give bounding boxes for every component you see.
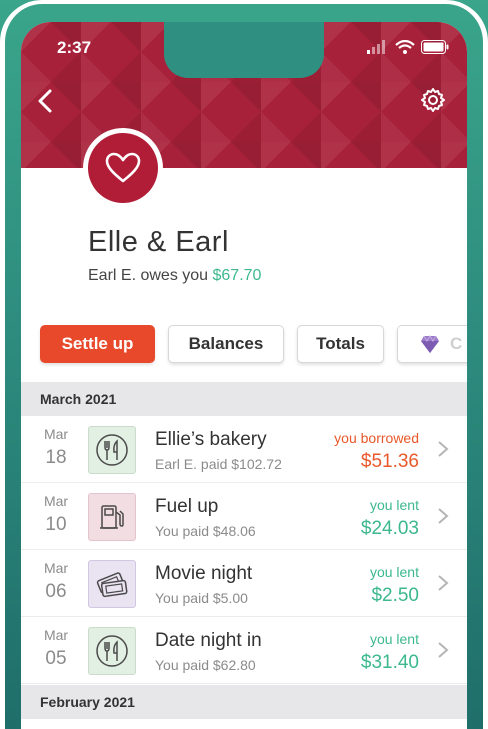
expense-month: Mar bbox=[43, 426, 69, 442]
expense-title: Ellie’s bakery bbox=[155, 429, 267, 450]
expense-row[interactable]: Mar 10 Fuel up You paid $48.06 you lent … bbox=[21, 483, 467, 550]
expense-status: you lent bbox=[369, 497, 419, 513]
action-button-row: Settle up Balances Totals C bbox=[40, 325, 467, 365]
expense-amount: $24.03 bbox=[360, 518, 419, 539]
expense-amount: $2.50 bbox=[371, 585, 419, 606]
expense-day: 18 bbox=[45, 447, 67, 468]
expense-row[interactable]: Mar 06 Movie night You paid $5.00 you le… bbox=[21, 550, 467, 617]
chevron-right-icon bbox=[438, 575, 449, 591]
expense-date: Mar 18 bbox=[41, 426, 71, 469]
expense-title: Fuel up bbox=[155, 496, 219, 517]
cellular-signal-icon bbox=[367, 40, 385, 54]
expense-status: you lent bbox=[369, 564, 419, 580]
settle-up-button[interactable]: Settle up bbox=[40, 325, 155, 363]
expense-paid-by: You paid $5.00 bbox=[155, 590, 248, 606]
fork-knife-icon bbox=[96, 434, 128, 466]
expense-row[interactable]: Mar 05 Date night in You paid $62.80 you… bbox=[21, 617, 467, 684]
fuel-pump-icon bbox=[100, 505, 124, 529]
expense-date: Mar 06 bbox=[41, 560, 71, 603]
fork-knife-icon bbox=[96, 635, 128, 667]
expense-row[interactable]: Mar 18 Ellie’s bakery Earl E. paid $102.… bbox=[21, 416, 467, 483]
section-header-march: March 2021 bbox=[21, 382, 467, 416]
expense-date: Mar 05 bbox=[41, 627, 71, 670]
expense-amount: $51.36 bbox=[360, 451, 419, 472]
app-screen: 2:37 Elle & Earl Earl E. owes you $67.70… bbox=[21, 22, 467, 729]
group-name: Elle & Earl bbox=[88, 226, 229, 258]
section-header-february: February 2021 bbox=[21, 685, 467, 719]
chevron-right-icon bbox=[438, 441, 449, 457]
ticket-icon bbox=[96, 572, 128, 598]
expense-day: 10 bbox=[45, 514, 67, 535]
diamond-icon bbox=[421, 335, 439, 353]
premium-button-label: C bbox=[450, 334, 463, 353]
expense-day: 06 bbox=[45, 581, 67, 602]
expense-paid-by: You paid $48.06 bbox=[155, 523, 256, 539]
gear-icon bbox=[421, 88, 445, 112]
expense-month: Mar bbox=[43, 560, 69, 576]
group-avatar bbox=[83, 128, 163, 208]
balances-button[interactable]: Balances bbox=[168, 325, 284, 363]
expense-status: you lent bbox=[369, 631, 419, 647]
back-button[interactable] bbox=[31, 86, 61, 116]
expense-title: Date night in bbox=[155, 630, 262, 651]
category-badge bbox=[88, 426, 136, 474]
expense-title: Movie night bbox=[155, 563, 253, 584]
expense-day: 05 bbox=[45, 648, 67, 669]
wifi-icon bbox=[395, 40, 415, 54]
status-icons bbox=[367, 40, 449, 54]
expense-month: Mar bbox=[43, 493, 69, 509]
category-badge bbox=[88, 560, 136, 608]
totals-button[interactable]: Totals bbox=[297, 325, 384, 363]
expense-paid-by: You paid $62.80 bbox=[155, 657, 256, 673]
balance-amount: $67.70 bbox=[212, 267, 262, 284]
category-badge bbox=[88, 627, 136, 675]
group-avatar-inner bbox=[88, 133, 158, 203]
status-time: 2:37 bbox=[57, 38, 92, 57]
balance-summary-text: Earl E. owes you bbox=[88, 267, 213, 284]
heart-icon bbox=[105, 152, 141, 183]
expense-status: you borrowed bbox=[334, 430, 419, 446]
expense-amount: $31.40 bbox=[360, 652, 419, 673]
expense-date: Mar 10 bbox=[41, 493, 71, 536]
expense-paid-by: Earl E. paid $102.72 bbox=[155, 456, 282, 472]
chevron-right-icon bbox=[438, 508, 449, 524]
battery-icon bbox=[421, 40, 449, 54]
premium-button[interactable]: C bbox=[397, 325, 467, 363]
phone-notch bbox=[164, 22, 324, 78]
balance-summary: Earl E. owes you $67.70 bbox=[88, 267, 261, 285]
expense-month: Mar bbox=[43, 627, 69, 643]
category-badge bbox=[88, 493, 136, 541]
settings-button[interactable] bbox=[419, 86, 447, 114]
chevron-left-icon bbox=[38, 89, 52, 113]
chevron-right-icon bbox=[438, 642, 449, 658]
